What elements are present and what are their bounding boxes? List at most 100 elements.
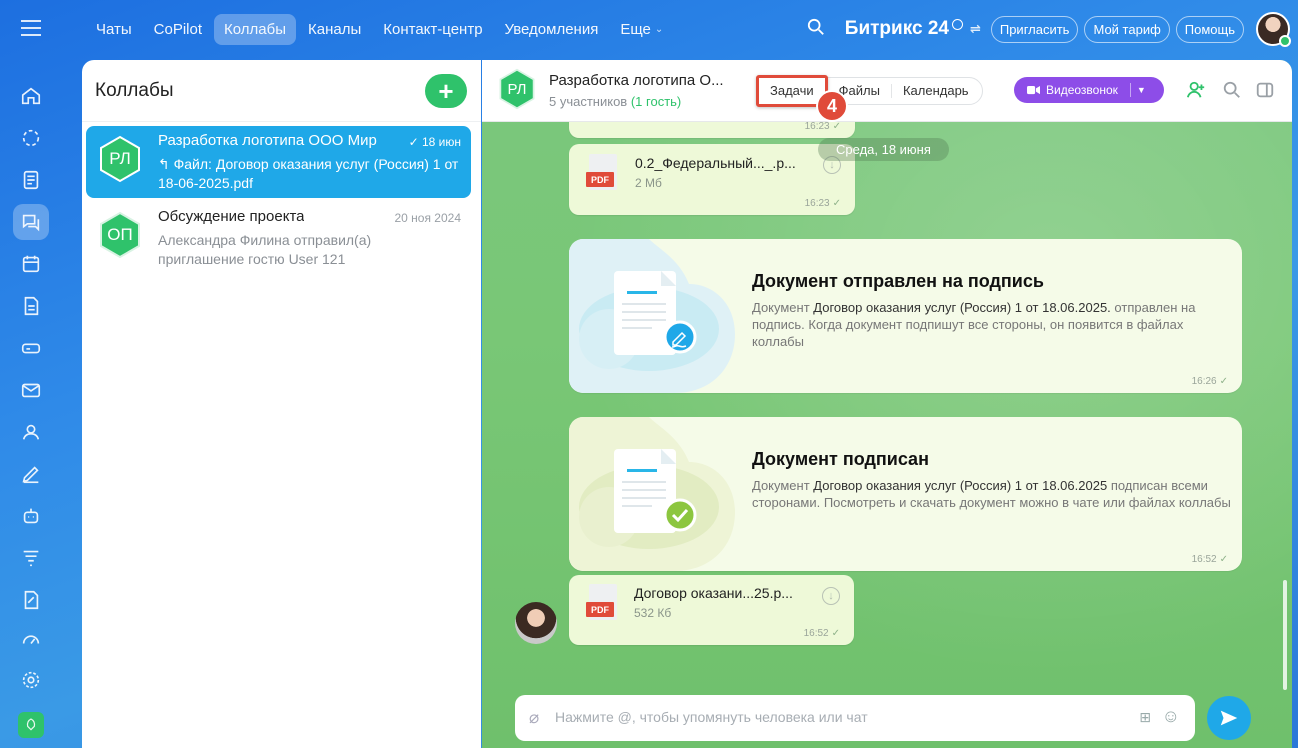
message-time: 16:52 ✓ — [803, 628, 840, 639]
nav-tab-collabs[interactable]: Коллабы — [214, 13, 297, 45]
search-icon[interactable] — [807, 18, 825, 41]
chevron-down-icon[interactable]: ▼ — [1137, 85, 1146, 95]
chat-date-text: 18 июн — [421, 135, 461, 149]
chat-name: Разработка логотипа ООО Мир — [158, 132, 377, 149]
nav-tab-channels[interactable]: Каналы — [298, 14, 371, 45]
add-collab-button[interactable]: + — [425, 73, 467, 108]
contacts-icon[interactable] — [13, 414, 49, 450]
card-text: Документ Договор оказания услуг (Россия)… — [752, 477, 1232, 511]
menu-icon[interactable] — [19, 18, 43, 38]
file-size: 2 Мб — [635, 176, 662, 190]
card-doc-name[interactable]: Договор оказания услуг (Россия) 1 от 18.… — [813, 478, 1107, 493]
file-message[interactable]: PDF 0.2_Федеральный..._.p... 2 Мб ↓ 16:2… — [569, 144, 855, 215]
avatar: РЛ — [96, 135, 144, 183]
chat-date: 20 ноя 2024 — [394, 211, 461, 225]
chat-members[interactable]: 5 участников (1 гость) — [549, 94, 681, 109]
top-navigation: Чаты CoPilot Коллабы Каналы Контакт-цент… — [86, 13, 673, 45]
chat-area: 16:23 ✓ PDF 0.2_Федеральный..._.p... 2 Мб… — [482, 60, 1292, 748]
time-text: 16:52 — [803, 628, 829, 639]
time-text: 16:23 — [804, 198, 830, 209]
video-call-label: Видеозвонок — [1046, 83, 1118, 97]
video-call-button[interactable]: Видеозвонок ▼ — [1014, 77, 1164, 103]
list-header: Коллабы + — [82, 60, 481, 122]
file-message[interactable]: PDF Договор оказани...25.p... 532 Кб ↓ 1… — [569, 575, 854, 645]
composer-placeholder[interactable]: Нажмите @, чтобы упомянуть человека или … — [555, 709, 868, 725]
calendar-icon[interactable] — [13, 246, 49, 282]
file-name[interactable]: Договор оказани...25.p... — [634, 585, 793, 601]
drive-icon[interactable] — [13, 330, 49, 366]
card-text-prefix: Документ — [752, 300, 810, 315]
message-time: 16:23 ✓ — [804, 198, 841, 209]
file-name[interactable]: 0.2_Федеральный..._.p... — [635, 155, 796, 171]
add-user-icon[interactable] — [1186, 80, 1208, 102]
list-item[interactable]: РЛ Разработка логотипа ООО Мир ✓ 18 июн … — [86, 126, 471, 198]
nav-more-menu[interactable]: Еще ⌄ — [610, 14, 673, 45]
download-icon[interactable]: ↓ — [822, 587, 840, 605]
left-rail — [0, 0, 62, 748]
pdf-icon: PDF — [586, 154, 622, 192]
home-icon[interactable] — [13, 78, 49, 114]
invite-button[interactable]: Пригласить — [990, 15, 1079, 43]
search-icon[interactable] — [1222, 80, 1244, 102]
user-avatar[interactable] — [1256, 12, 1291, 47]
tasks-icon[interactable] — [13, 162, 49, 198]
date-separator: Среда, 18 июня — [818, 138, 949, 161]
smile-icon[interactable]: ☺ — [1162, 706, 1180, 727]
time-text: 16:23 — [804, 121, 830, 132]
document-signed-illustration — [569, 417, 735, 571]
message-composer[interactable]: ⌀ Нажмите @, чтобы упомянуть человека ил… — [515, 695, 1195, 741]
online-status-icon — [1279, 35, 1291, 47]
nav-tab-copilot[interactable]: CoPilot — [144, 14, 212, 45]
scrollbar[interactable] — [1283, 580, 1287, 690]
chat-title[interactable]: Разработка логотипа О... — [549, 72, 724, 89]
nav-tab-contact-center[interactable]: Контакт-центр — [373, 14, 492, 45]
list-title: Коллабы — [95, 79, 174, 101]
members-count: 5 участников — [549, 94, 628, 109]
system-card-signed: Документ подписан Документ Договор оказа… — [569, 417, 1242, 571]
card-title: Документ подписан — [752, 449, 929, 469]
chat-date: ✓ 18 июн — [408, 135, 461, 149]
pen-icon[interactable] — [13, 456, 49, 492]
sidebar-toggle-icon[interactable] — [1255, 80, 1277, 102]
message-time: 16:23 ✓ — [804, 121, 841, 132]
brand-logo[interactable]: Битрикс 24 ⇌ — [845, 18, 981, 40]
sign-icon[interactable] — [13, 582, 49, 618]
send-button[interactable] — [1207, 696, 1251, 740]
sliders-icon[interactable]: ⇌ — [970, 21, 981, 37]
time-text: 16:52 — [1191, 554, 1217, 565]
chat-tabs: Задачи Файлы Календарь — [756, 75, 983, 107]
avatar: ОП — [96, 211, 144, 259]
card-doc-name[interactable]: Договор оказания услуг (Россия) 1 от 18.… — [813, 300, 1111, 315]
nav-more-label: Еще — [620, 20, 651, 38]
feed-icon[interactable] — [13, 120, 49, 156]
tab-calendar[interactable]: Календарь — [892, 84, 980, 98]
tariff-button[interactable]: Мой тариф — [1084, 15, 1170, 43]
avatar-initials: РЛ — [109, 149, 131, 168]
nav-tab-notifications[interactable]: Уведомления — [495, 14, 609, 45]
help-button[interactable]: Помощь — [1175, 15, 1244, 43]
sender-avatar[interactable] — [515, 602, 557, 644]
card-title: Документ отправлен на подпись — [752, 271, 1044, 291]
grid-icon[interactable]: ⊞ — [1139, 709, 1151, 726]
chat-name: Обсуждение проекта — [158, 208, 305, 225]
avatar[interactable]: РЛ — [496, 68, 538, 110]
avatar-initials: РЛ — [507, 80, 527, 98]
paperclip-icon[interactable]: ⌀ — [529, 708, 539, 728]
document-icon[interactable] — [13, 288, 49, 324]
robot-icon[interactable] — [13, 498, 49, 534]
rocket-icon[interactable] — [18, 712, 44, 738]
card-text: Документ Договор оказания услуг (Россия)… — [752, 299, 1232, 350]
funnel-icon[interactable] — [13, 540, 49, 576]
nav-tab-chats[interactable]: Чаты — [86, 14, 142, 45]
pdf-icon-label: PDF — [586, 172, 614, 187]
pdf-icon: PDF — [586, 584, 622, 622]
time-text: 16:26 — [1191, 376, 1217, 387]
chat-icon[interactable] — [13, 204, 49, 240]
list-item[interactable]: ОП Обсуждение проекта 20 ноя 2024 Алекса… — [86, 202, 471, 274]
mail-icon[interactable] — [13, 372, 49, 408]
document-sign-illustration — [569, 239, 735, 393]
message-time: 16:52 ✓ — [1191, 554, 1228, 565]
settings-icon[interactable] — [13, 662, 49, 698]
analytics-icon[interactable] — [13, 620, 49, 656]
avatar-initials: ОП — [107, 225, 133, 244]
